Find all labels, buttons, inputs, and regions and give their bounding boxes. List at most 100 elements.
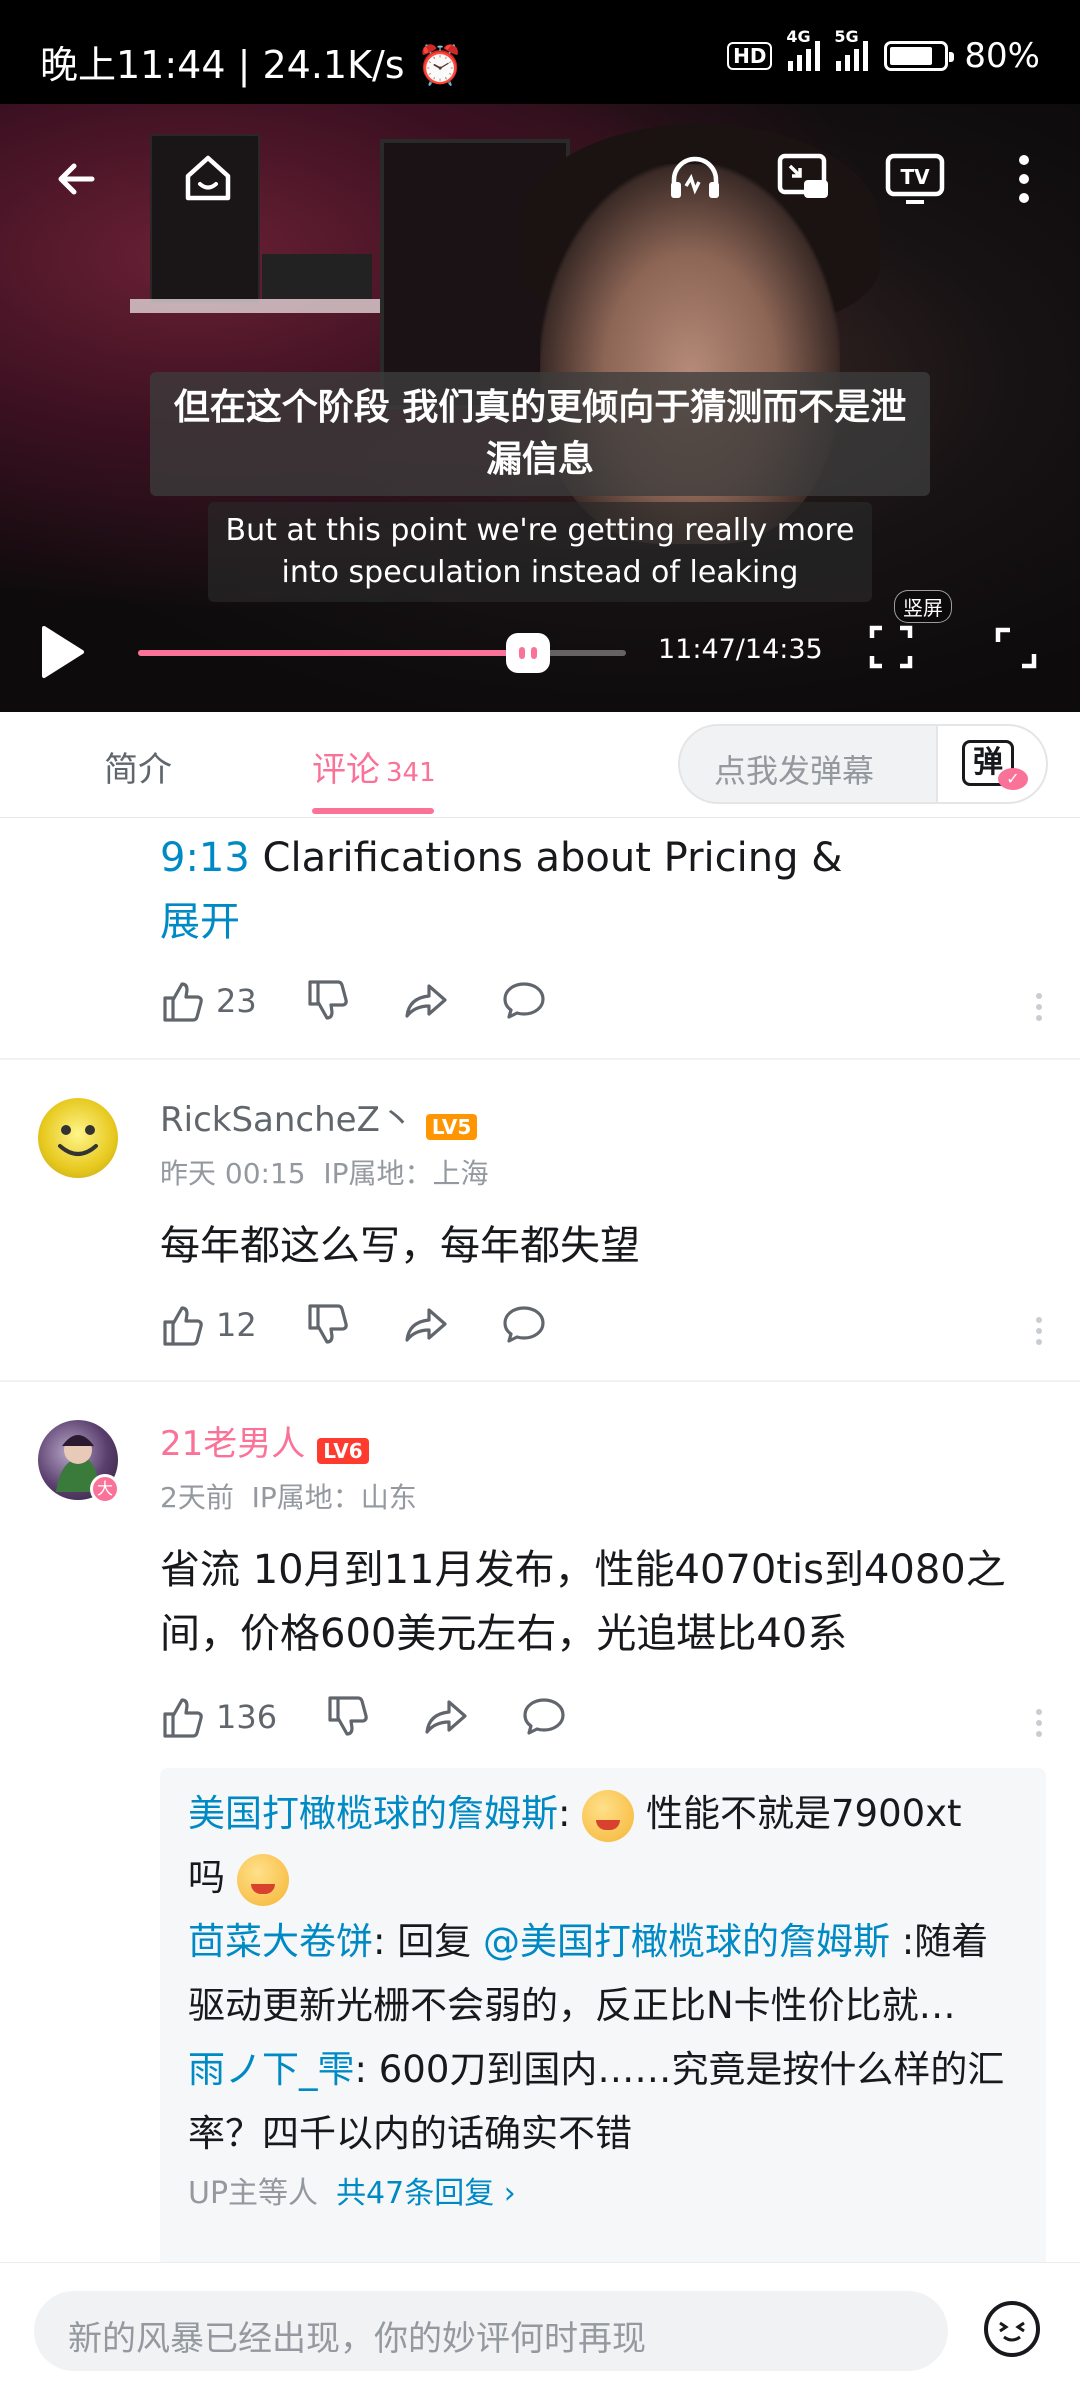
share-icon[interactable]: [403, 978, 449, 1024]
reply-text: 性能不就是7900xt: [634, 1792, 962, 1835]
tab-comments-label: 评论: [312, 750, 380, 790]
thumbs-down-icon[interactable]: [305, 1302, 351, 1348]
avatar[interactable]: [38, 1098, 118, 1178]
comments-count: 341: [386, 758, 436, 788]
thumbs-down-icon[interactable]: [305, 978, 351, 1024]
danmu-check-icon: ✓: [998, 768, 1028, 790]
divider: [0, 1380, 1080, 1382]
tab-intro[interactable]: 简介: [104, 742, 172, 791]
comment-ip: IP属地：上海: [323, 1157, 489, 1190]
tab-bar: 简介 评论 341 点我发弹幕 弹 ✓: [0, 712, 1080, 818]
reply-separator: :: [558, 1792, 583, 1835]
reply-item: 雨ノ下_雫: 600刀到国内……究竟是按什么样的汇率？四千以内的话确实不错: [188, 2038, 1018, 2166]
reply-preview[interactable]: 美国打橄榄球的詹姆斯: 性能不就是7900xt 吗 茴菜大卷饼: 回复 @美国打橄…: [160, 1768, 1046, 2268]
comment-header: 21老男人 LV6: [160, 1416, 369, 1465]
reply-separator: :: [354, 2048, 379, 2091]
comment-ip: IP属地：山东: [251, 1481, 417, 1514]
status-time: 晚上11:44 | 24.1K/s ⏰: [40, 43, 465, 87]
timestamp-link[interactable]: 9:13: [160, 835, 250, 881]
play-icon[interactable]: [38, 624, 86, 680]
like-count: 23: [216, 982, 257, 1020]
tab-comments[interactable]: 评论 341: [312, 742, 436, 791]
progress-bar[interactable]: [138, 633, 626, 673]
battery-percent: 80%: [964, 36, 1040, 76]
comment-actions: 136: [160, 1694, 567, 1740]
headphones-icon[interactable]: [666, 150, 724, 206]
thumbs-up-icon: [163, 1698, 203, 1738]
starstruck-emoji-icon: [236, 1853, 289, 1906]
thumbs-down-icon[interactable]: [325, 1694, 371, 1740]
progress-fill: [138, 650, 529, 656]
comment-time: 2天前: [160, 1481, 234, 1514]
reply-username[interactable]: 美国打橄榄球的詹姆斯: [188, 1792, 558, 1835]
back-arrow-icon[interactable]: [52, 154, 102, 204]
danmu-toggle-button[interactable]: 弹 ✓: [936, 726, 1046, 802]
comment-actions: 23: [160, 978, 547, 1024]
vertical-mode-label: 竖屏: [894, 590, 952, 623]
reply-bubble-icon[interactable]: [521, 1694, 567, 1740]
reply-footer-label: UP主等人: [188, 2176, 319, 2211]
reply-username[interactable]: 茴菜大卷饼: [188, 1920, 373, 1963]
subtitle-english: But at this point we're getting really m…: [208, 502, 872, 602]
signal-4g-icon: 4G: [786, 27, 821, 71]
thumbs-up-icon: [163, 1306, 203, 1346]
pip-icon[interactable]: [776, 152, 834, 206]
tv-cast-icon[interactable]: TV: [884, 152, 946, 206]
scene-gpu: [262, 254, 372, 299]
comment-text: 9:13 Clarifications about Pricing & 展开: [160, 826, 1020, 954]
like-button[interactable]: 23: [160, 978, 257, 1024]
comment-text: 省流 10月到11月发布，性能4070tis到4080之间，价格600美元左右，…: [160, 1547, 1006, 1657]
reply-item: 美国打橄榄球的詹姆斯: 性能不就是7900xt 吗: [188, 1782, 1018, 1910]
emoji-picker-icon[interactable]: [984, 2301, 1040, 2357]
status-bar: 晚上11:44 | 24.1K/s ⏰ HD 4G 5G 80%: [0, 0, 1080, 104]
reply-bubble-icon[interactable]: [501, 978, 547, 1024]
comment-header: RickSancheZ丶 LV5: [160, 1092, 478, 1141]
comment-meta: 2天前 IP属地：山东: [160, 1476, 417, 1516]
vertical-fullscreen-icon[interactable]: [868, 624, 914, 670]
reply-bubble-icon[interactable]: [501, 1302, 547, 1348]
drool-emoji-icon: [582, 1789, 635, 1842]
view-all-replies-link[interactable]: 共47条回复 ›: [336, 2176, 516, 2211]
danmu-placeholder: 点我发弹幕: [714, 752, 875, 790]
expand-link[interactable]: 展开: [160, 899, 240, 945]
comment-time: 昨天 00:15: [160, 1157, 306, 1190]
subtitle-chinese: 但在这个阶段 我们真的更倾向于猜测而不是泄漏信息: [150, 372, 930, 496]
comment-input[interactable]: 新的风暴已经出现，你的妙评何时再现: [34, 2291, 948, 2371]
username[interactable]: 21老男人: [160, 1424, 305, 1464]
divider: [0, 1058, 1080, 1060]
comment-input-placeholder: 新的风暴已经出现，你的妙评何时再现: [68, 2319, 646, 2359]
smiley-icon: [58, 1125, 98, 1156]
level-badge: LV5: [425, 1113, 478, 1140]
like-button[interactable]: 12: [160, 1302, 257, 1348]
danmu-input[interactable]: 点我发弹幕 弹 ✓: [678, 724, 1048, 804]
status-right: HD 4G 5G 80%: [727, 27, 1040, 76]
more-menu-icon[interactable]: [1018, 154, 1030, 204]
comment-actions: 12: [160, 1302, 547, 1348]
reply-item: 茴菜大卷饼: 回复 @美国打橄榄球的詹姆斯 :随着驱动更新光栅不会弱的，反正比N…: [188, 1910, 1018, 2038]
playback-time: 11:47/14:35: [658, 634, 823, 665]
comment-more-icon[interactable]: [1036, 988, 1042, 1026]
like-count: 136: [216, 1698, 278, 1736]
reply-separator: :: [373, 1920, 398, 1963]
comment-more-icon[interactable]: [1036, 1704, 1042, 1742]
home-icon[interactable]: [180, 150, 236, 206]
video-player[interactable]: TV 但在这个阶段 我们真的更倾向于猜测而不是泄漏信息 But at this …: [0, 104, 1080, 712]
reply-footer: UP主等人 共47条回复 ›: [188, 2168, 1018, 2212]
reply-prefix: 回复: [397, 1920, 483, 1963]
signal-5g-icon: 5G: [834, 27, 869, 71]
fullscreen-icon[interactable]: [994, 626, 1038, 670]
reply-username[interactable]: 雨ノ下_雫: [188, 2048, 355, 2091]
comment-meta: 昨天 00:15 IP属地：上海: [160, 1152, 489, 1192]
reply-mention[interactable]: @美国打橄榄球的詹姆斯: [483, 1920, 890, 1963]
like-button[interactable]: 136: [160, 1694, 277, 1740]
share-icon[interactable]: [423, 1694, 469, 1740]
progress-thumb[interactable]: [506, 633, 551, 673]
share-icon[interactable]: [403, 1302, 449, 1348]
username[interactable]: RickSancheZ丶: [160, 1100, 414, 1140]
vip-badge: 大: [90, 1474, 120, 1504]
hd-badge: HD: [727, 42, 773, 70]
level-badge: LV6: [317, 1437, 369, 1464]
comment-text: 每年都这么写，每年都失望: [160, 1223, 640, 1269]
svg-text:TV: TV: [900, 165, 930, 189]
comment-more-icon[interactable]: [1036, 1312, 1042, 1350]
